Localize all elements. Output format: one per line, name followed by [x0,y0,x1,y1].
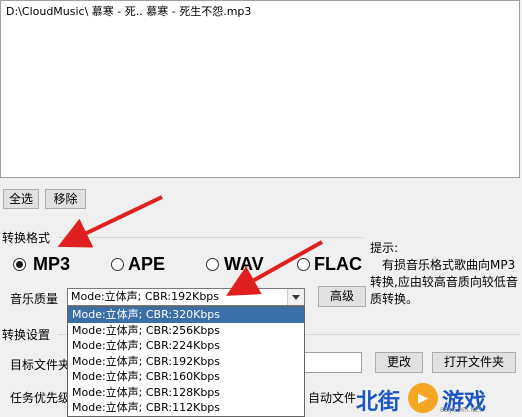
watermark-logo-icon: ▶ [408,383,438,413]
annotation-arrows [57,195,323,296]
watermark-url: BEIJIE365.NET [440,407,483,414]
arrow-to-quality-icon [226,240,323,296]
watermark-brand-left: 北街 [356,390,401,415]
arrow-to-format-icon [57,195,163,248]
